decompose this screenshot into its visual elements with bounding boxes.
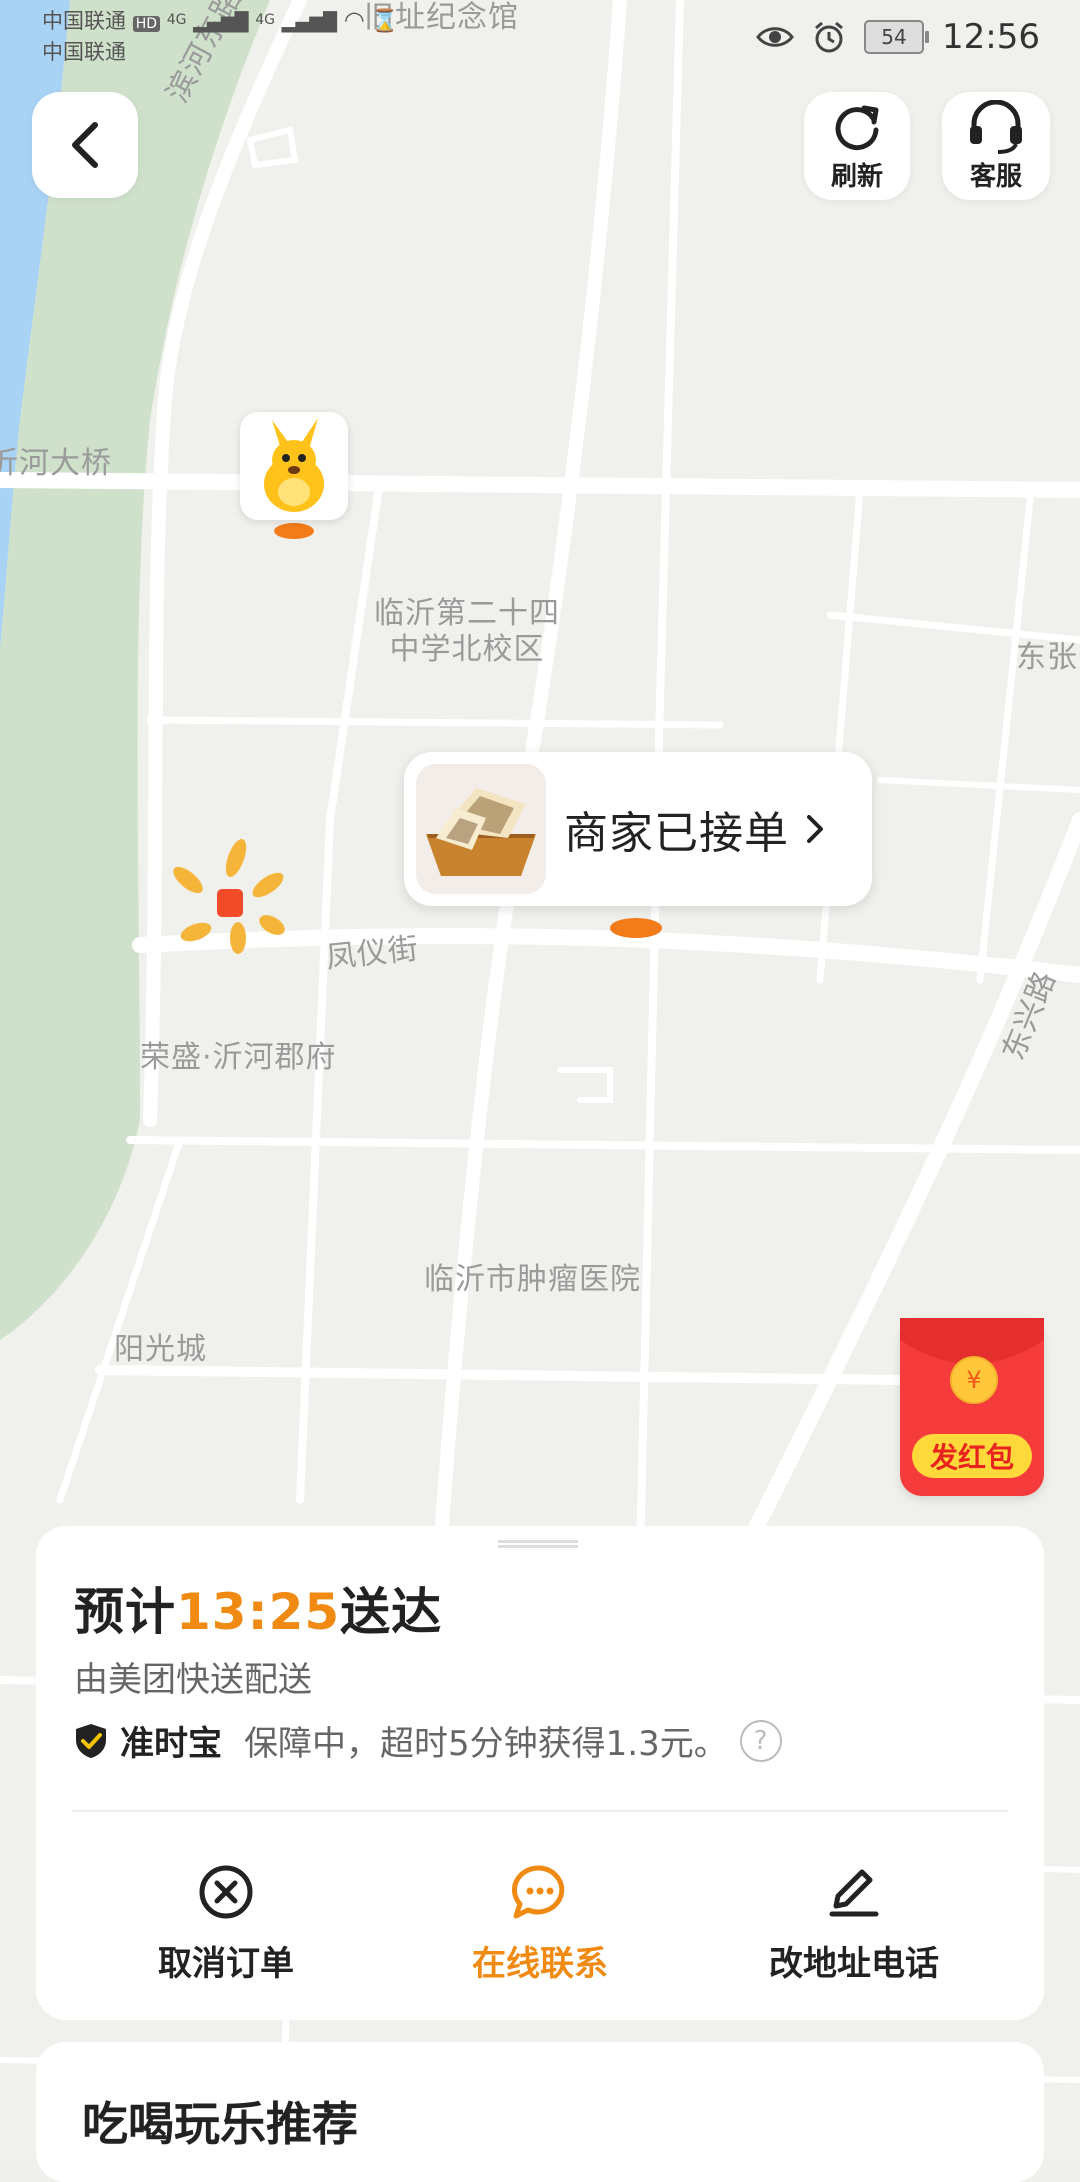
contact-online-label: 在线联系 <box>472 1944 608 1984</box>
headset-icon <box>970 99 1022 154</box>
shield-check-icon <box>76 1723 106 1758</box>
divider <box>72 1810 1008 1812</box>
help-icon[interactable]: ? <box>739 1719 782 1762</box>
recommendation-card: 吃喝玩乐推荐 <box>36 2042 1044 2182</box>
map-label-dongzhang: 东张 <box>1016 640 1078 675</box>
guarantee-name: 准时宝 <box>120 1724 222 1764</box>
chevron-left-icon <box>72 122 98 168</box>
network-2: 4G <box>255 12 275 28</box>
status-right: 54 12:56 <box>756 12 1040 62</box>
eta-text: 预计13:25送达 <box>74 1572 442 1644</box>
recommendation-title: 吃喝玩乐推荐 <box>82 2097 358 2151</box>
network-1: 4G <box>166 12 187 28</box>
send-red-envelope-button[interactable]: ¥ 发红包 <box>900 1318 1044 1496</box>
refresh-label: 刷新 <box>830 161 883 192</box>
order-actions: 取消订单 在线联系 改地址电话 <box>36 1826 1044 2006</box>
courier-marker[interactable] <box>240 412 348 520</box>
coin-icon: ¥ <box>950 1356 998 1404</box>
battery-indicator: 54 <box>864 20 930 54</box>
contact-online-button[interactable]: 在线联系 <box>390 1826 690 2006</box>
clock: 12:56 <box>942 17 1040 57</box>
cancel-order-button[interactable]: 取消订单 <box>76 1826 376 2006</box>
service-label: 客服 <box>969 161 1022 192</box>
chevron-right-icon <box>807 815 823 843</box>
refresh-button[interactable]: 刷新 <box>804 92 910 200</box>
status-bar: 中国联通 HD 4G ▂▄▆█ 4G ▂▄▆█ ◠ ⌛ 中国联通 54 12:5… <box>0 0 1080 80</box>
delivery-info-card: 预计13:25送达 由美团快送配送 准时宝 保障中，超时5分钟获得1.3元。 ?… <box>36 1526 1044 2020</box>
delivery-provider: 由美团快送配送 <box>74 1660 312 1700</box>
carrier-info: 中国联通 HD 4G ▂▄▆█ 4G ▂▄▆█ ◠ ⌛ 中国联通 <box>42 6 399 66</box>
carrier-1: 中国联通 <box>42 9 126 33</box>
food-image <box>416 764 546 894</box>
food-thumbnail <box>416 764 546 894</box>
cancel-icon <box>199 1865 253 1919</box>
change-address-phone-label: 改地址电话 <box>769 1944 939 1984</box>
customer-service-button[interactable]: 客服 <box>942 92 1050 200</box>
guarantee-description: 保障中，超时5分钟获得1.3元。 <box>244 1724 728 1764</box>
chat-icon <box>511 1865 565 1919</box>
kangaroo-courier-icon <box>264 418 324 512</box>
wifi-icon: ◠ <box>343 6 365 34</box>
merchant-status-text: 商家已接单 <box>564 808 789 859</box>
map-label-rongsheng: 荣盛·沂河郡府 <box>140 1040 337 1075</box>
refresh-icon <box>835 105 879 150</box>
map-label-school: 临沂第二十四 中学北校区 <box>374 596 560 667</box>
hourglass-icon: ⌛ <box>371 9 399 34</box>
carrier-2: 中国联通 <box>42 40 126 64</box>
change-address-phone-button[interactable]: 改地址电话 <box>704 1826 1004 2006</box>
eta-time: 13:25 <box>176 1583 341 1641</box>
merchant-status-popup[interactable]: 商家已接单 <box>404 752 872 906</box>
alarm-icon <box>815 21 843 53</box>
red-envelope-label: 发红包 <box>912 1434 1032 1478</box>
eye-icon <box>756 27 794 47</box>
signal-icon-2: ▂▄▆█ <box>281 12 338 33</box>
map-label-hospital: 临沂市肿瘤医院 <box>424 1262 641 1297</box>
back-button[interactable] <box>32 92 138 198</box>
map-label-yihe-bridge: 沂河大桥 <box>0 446 112 481</box>
on-time-guarantee: 准时宝 保障中，超时5分钟获得1.3元。 ? <box>74 1716 782 1765</box>
eta-suffix: 送达 <box>340 1583 443 1641</box>
drag-handle[interactable] <box>498 1540 578 1548</box>
hd-badge: HD <box>132 16 160 32</box>
eta-prefix: 预计 <box>74 1583 176 1641</box>
map-label-sunshine-city: 阳光城 <box>114 1332 207 1367</box>
cancel-order-label: 取消订单 <box>158 1944 294 1984</box>
edit-icon <box>829 1869 879 1917</box>
signal-icon: ▂▄▆█ <box>193 12 249 33</box>
